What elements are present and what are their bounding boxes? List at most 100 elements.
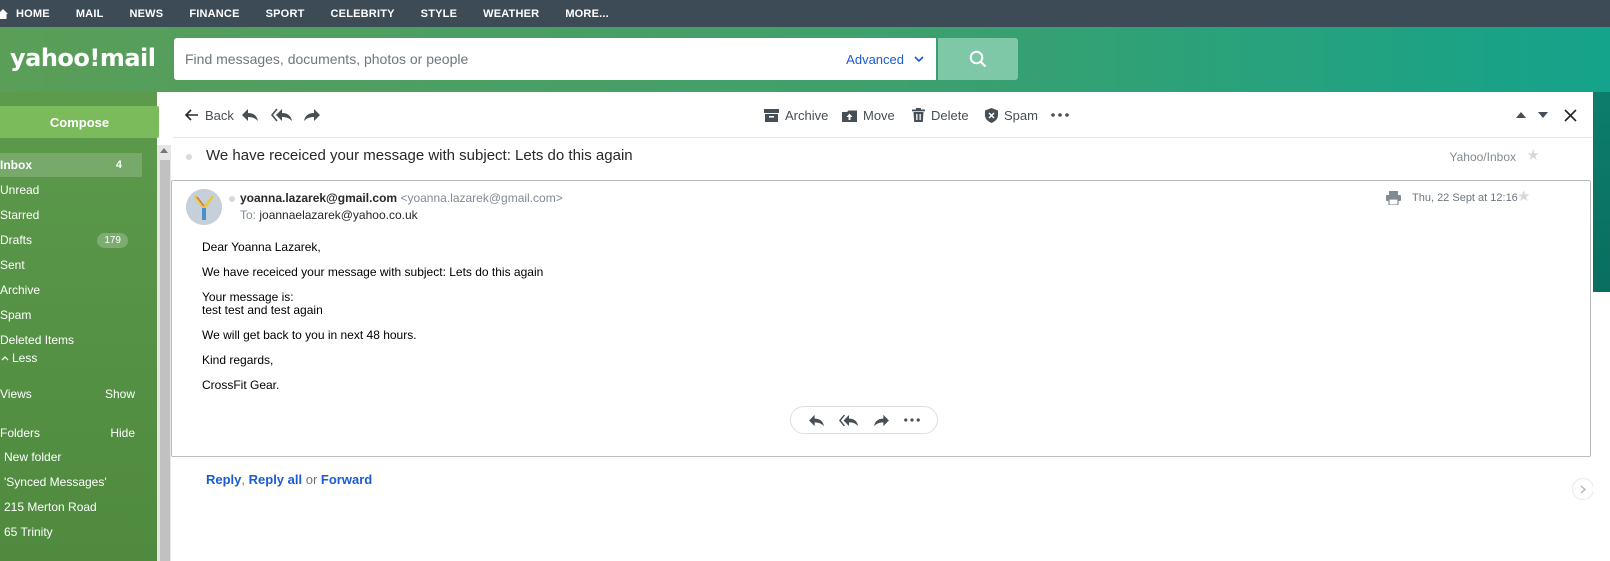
reply-icon bbox=[242, 109, 258, 121]
more-horizontal-icon bbox=[1051, 113, 1069, 117]
sidebar-item-unread[interactable]: Unread bbox=[0, 178, 142, 202]
folders-heading: Folders bbox=[0, 426, 41, 440]
reply-all-icon bbox=[271, 108, 292, 122]
sidebar-item-drafts[interactable]: Drafts 179 bbox=[0, 228, 142, 252]
sidebar-folder-trinity[interactable]: 65 Trinity bbox=[0, 520, 142, 544]
move-button[interactable]: Move bbox=[842, 92, 895, 138]
spam-label: Spam bbox=[1004, 107, 1038, 123]
forward-icon bbox=[304, 109, 320, 121]
advanced-search-button[interactable]: Advanced bbox=[846, 52, 924, 67]
next-message-button[interactable] bbox=[1538, 92, 1554, 138]
nav-sport[interactable]: SPORT bbox=[266, 8, 305, 20]
move-label: Move bbox=[863, 107, 895, 123]
print-icon[interactable] bbox=[1386, 191, 1401, 210]
body-line: Kind regards, bbox=[202, 353, 274, 367]
message-body: Dear Yoanna Lazarek, We have receiced yo… bbox=[202, 241, 543, 404]
sidebar-item-label: New folder bbox=[4, 450, 62, 464]
inline-forward-button[interactable] bbox=[873, 414, 890, 427]
back-button[interactable]: Back bbox=[185, 92, 234, 138]
message-view: Back Archive Move Delete Spam We have re… bbox=[171, 92, 1593, 561]
nav-celebrity[interactable]: CELEBRITY bbox=[331, 8, 395, 20]
quick-reply-all-link[interactable]: Reply all bbox=[249, 472, 302, 487]
yahoo-mail-logo[interactable]: yahoo!mail bbox=[10, 44, 156, 72]
body-line: Your message is: bbox=[202, 290, 294, 304]
sidebar-item-archive[interactable]: Archive bbox=[0, 278, 142, 302]
message-toolbar: Back Archive Move Delete Spam bbox=[173, 92, 1593, 138]
left-sidebar: Compose Inbox 4 Unread Starred Drafts 17… bbox=[0, 92, 159, 561]
previous-message-button[interactable] bbox=[1516, 92, 1532, 138]
reply-all-icon bbox=[839, 414, 859, 426]
message-date: Thu, 22 Sept at 12:16 bbox=[1412, 192, 1518, 204]
recipient-line: To: joannaelazarek@yahoo.co.uk bbox=[240, 208, 418, 222]
sidebar-item-label: Spam bbox=[0, 308, 32, 322]
more-actions-button[interactable] bbox=[1051, 92, 1075, 138]
sender-line: yoanna.lazarek@gmail.com <yoanna.lazarek… bbox=[240, 191, 563, 205]
sidebar-item-label: 215 Merton Road bbox=[4, 500, 97, 514]
recipient-address[interactable]: joannaelazarek@yahoo.co.uk bbox=[259, 208, 417, 222]
sender-avatar-icon bbox=[186, 189, 222, 225]
sidebar-item-starred[interactable]: Starred bbox=[0, 203, 142, 227]
spam-button[interactable]: Spam bbox=[985, 92, 1038, 138]
star-icon[interactable]: ★ bbox=[1527, 146, 1540, 164]
nav-mail[interactable]: MAIL bbox=[76, 8, 104, 20]
quick-forward-link[interactable]: Forward bbox=[321, 472, 372, 487]
drafts-count-badge: 179 bbox=[97, 232, 128, 248]
nav-more[interactable]: MORE... bbox=[565, 8, 609, 20]
star-icon[interactable]: ★ bbox=[1517, 187, 1530, 205]
compose-button[interactable]: Compose bbox=[0, 106, 159, 138]
folders-hide-toggle[interactable]: Hide bbox=[110, 426, 135, 440]
reply-button[interactable] bbox=[241, 92, 265, 138]
arrow-left-icon bbox=[185, 109, 198, 121]
scroll-up-arrow-icon[interactable] bbox=[160, 148, 168, 153]
top-navigation: HOME MAIL NEWS FINANCE SPORT CELEBRITY S… bbox=[0, 0, 1610, 27]
sidebar-item-inbox[interactable]: Inbox 4 bbox=[0, 153, 142, 177]
quick-reply-link[interactable]: Reply bbox=[206, 472, 241, 487]
sidebar-scroll-thumb[interactable] bbox=[160, 160, 170, 561]
views-heading: Views bbox=[0, 387, 32, 401]
nav-finance[interactable]: FINANCE bbox=[189, 8, 239, 20]
advanced-label: Advanced bbox=[846, 51, 904, 67]
inline-reply-all-button[interactable] bbox=[839, 414, 859, 427]
sender-name[interactable]: yoanna.lazarek@gmail.com bbox=[240, 191, 397, 205]
nav-weather[interactable]: WEATHER bbox=[483, 8, 539, 20]
reply-all-button[interactable] bbox=[271, 92, 299, 138]
sidebar-item-label: Sent bbox=[0, 258, 25, 272]
archive-button[interactable]: Archive bbox=[764, 92, 828, 138]
nav-home[interactable]: HOME bbox=[0, 8, 50, 20]
sidebar-folder-new[interactable]: New folder bbox=[0, 445, 142, 469]
sidebar-folder-synced[interactable]: 'Synced Messages' bbox=[0, 470, 142, 494]
views-show-toggle[interactable]: Show bbox=[105, 387, 135, 401]
nav-news[interactable]: NEWS bbox=[130, 8, 164, 20]
chevron-right-icon bbox=[1580, 485, 1586, 493]
sender-email: <yoanna.lazarek@gmail.com> bbox=[400, 191, 563, 205]
sidebar-item-label: Inbox bbox=[0, 158, 32, 172]
search-button[interactable] bbox=[938, 38, 1018, 80]
avatar[interactable] bbox=[186, 189, 222, 225]
folders-section: Folders Hide bbox=[0, 426, 142, 440]
sidebar-item-spam[interactable]: Spam bbox=[0, 303, 142, 327]
sidebar-item-less[interactable]: Less bbox=[0, 346, 142, 370]
quick-reply-or: or bbox=[305, 472, 318, 487]
shield-icon bbox=[985, 107, 998, 123]
trash-icon bbox=[912, 108, 925, 122]
archive-label: Archive bbox=[785, 107, 829, 123]
caret-up-icon bbox=[1516, 112, 1526, 118]
message-subject: We have receiced your message with subje… bbox=[206, 147, 633, 164]
read-status-dot[interactable] bbox=[186, 154, 192, 160]
sidebar-folder-merton[interactable]: 215 Merton Road bbox=[0, 495, 142, 519]
inline-reply-button[interactable] bbox=[808, 414, 825, 427]
forward-button[interactable] bbox=[303, 92, 327, 138]
sidebar-item-sent[interactable]: Sent bbox=[0, 253, 142, 277]
sidebar-item-label: Archive bbox=[0, 283, 41, 297]
sender-status-dot bbox=[229, 196, 235, 202]
close-message-button[interactable] bbox=[1564, 92, 1583, 138]
delete-button[interactable]: Delete bbox=[912, 92, 969, 138]
archive-icon bbox=[764, 108, 779, 122]
inline-more-button[interactable] bbox=[904, 418, 920, 422]
delete-label: Delete bbox=[931, 107, 969, 123]
unread-count: 4 bbox=[115, 159, 122, 171]
nav-style[interactable]: STYLE bbox=[421, 8, 457, 20]
search-input[interactable] bbox=[174, 38, 847, 80]
header: yahoo!mail Advanced bbox=[0, 27, 1610, 92]
collapse-pane-button[interactable] bbox=[1572, 478, 1594, 500]
